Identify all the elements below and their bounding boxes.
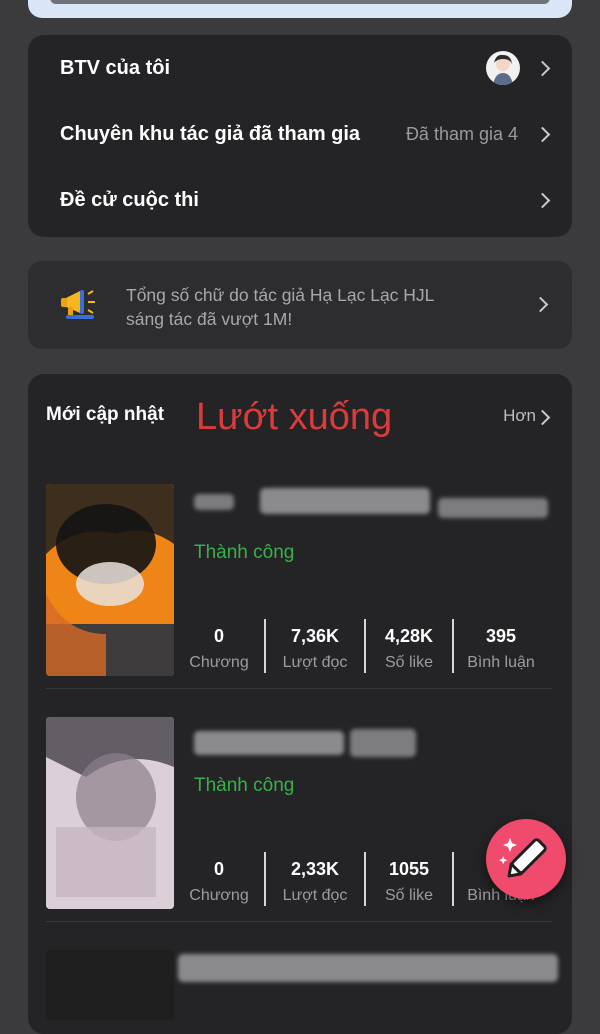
redacted-title <box>194 731 344 755</box>
work-item[interactable]: Thành công 0 Chương 7,36K Lượt đọc 4,28K… <box>28 474 572 688</box>
read-count: 7,36K <box>290 626 340 646</box>
menu-item-label: BTV của tôi <box>60 57 171 79</box>
edit-pencil-icon <box>499 838 547 878</box>
redacted-title <box>438 498 548 518</box>
chevron-right-icon <box>534 409 551 426</box>
more-label: Hơn <box>503 406 536 425</box>
like-count: 1055 <box>388 859 430 879</box>
notice-line-2: sáng tác đã vượt 1M! <box>126 309 293 329</box>
chevron-right-icon <box>534 192 551 209</box>
achievement-notice[interactable]: Tổng số chữ do tác giả Hạ Lạc Lạc HJL sá… <box>28 261 572 349</box>
chapter-count: 0 <box>213 626 224 646</box>
write-fab-button[interactable] <box>486 819 566 899</box>
profile-menu-card: BTV của tôi Chuyên khu tác giả đã tham g… <box>28 35 572 237</box>
chapter-count: 0 <box>213 859 224 879</box>
item-divider <box>46 921 552 922</box>
megaphone-icon <box>58 281 102 325</box>
read-label: Lượt đọc <box>282 887 348 904</box>
scroll-hint-annotation: Lướt xuống <box>196 396 393 438</box>
menu-item-label: Chuyên khu tác giả đã tham gia <box>60 123 361 145</box>
chapter-label: Chương <box>189 654 249 671</box>
section-title: Mới cập nhật <box>46 404 165 425</box>
comment-label: Bình luận <box>467 654 535 671</box>
redacted-title <box>350 729 416 757</box>
menu-item-joined-zones[interactable]: Chuyên khu tác giả đã tham gia Đã tham g… <box>28 101 572 167</box>
comment-count: 395 <box>485 626 517 646</box>
item-divider <box>46 688 552 689</box>
chevron-right-icon <box>534 126 551 143</box>
menu-item-label: Đề cử cuộc thi <box>60 189 199 211</box>
work-cover <box>46 717 174 909</box>
work-item[interactable] <box>28 940 572 1020</box>
like-label: Số like <box>384 654 434 671</box>
joined-count: Đã tham gia 4 <box>405 124 518 144</box>
work-status: Thành công <box>194 775 295 796</box>
work-cover <box>46 950 174 1020</box>
redacted-title <box>178 954 558 982</box>
menu-item-my-editor[interactable]: BTV của tôi <box>28 35 572 101</box>
read-label: Lượt đọc <box>282 654 348 671</box>
stat-divider <box>264 619 266 673</box>
chevron-right-icon <box>534 60 551 77</box>
stat-divider <box>452 852 454 906</box>
like-label: Số like <box>384 887 434 904</box>
redacted-title <box>194 494 234 510</box>
redacted-title <box>260 488 430 514</box>
stat-divider <box>452 619 454 673</box>
menu-item-contest-nomination[interactable]: Đề cử cuộc thi <box>28 167 572 233</box>
notice-line-1: Tổng số chữ do tác giả Hạ Lạc Lạc HJL <box>126 285 435 305</box>
search-bar-inner <box>50 0 550 4</box>
like-count: 4,28K <box>384 626 434 646</box>
work-cover <box>46 484 174 676</box>
stat-divider <box>264 852 266 906</box>
top-search-bar[interactable] <box>28 0 572 18</box>
recent-updates-section: Mới cập nhật Lướt xuống Hơn Thành công 0… <box>28 374 572 1034</box>
chapter-label: Chương <box>189 887 249 904</box>
editor-avatar <box>486 51 520 85</box>
work-status: Thành công <box>194 542 295 563</box>
notice-text: Tổng số chữ do tác giả Hạ Lạc Lạc HJL sá… <box>126 283 506 331</box>
chevron-right-icon <box>532 296 549 313</box>
read-count: 2,33K <box>290 859 340 879</box>
